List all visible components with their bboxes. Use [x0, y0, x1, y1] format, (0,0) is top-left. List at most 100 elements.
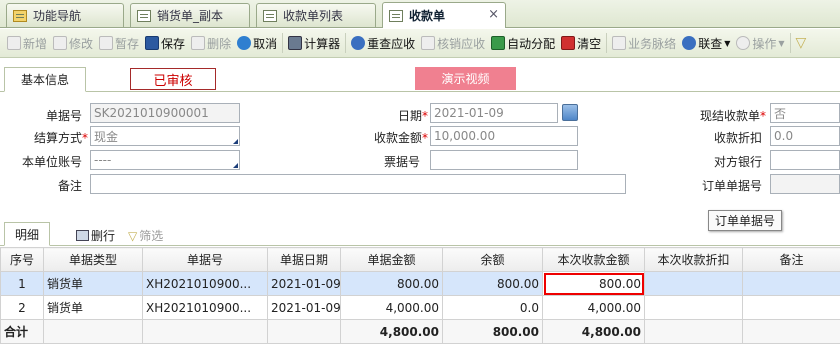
cancel-label: 取消	[253, 36, 278, 51]
row-receive-amount-cell[interactable]: 800.00	[542, 271, 645, 296]
detail-grid: 序号 单据类型 单据号 单据日期 单据金额 余额 本次收款金额 本次收款折扣 备…	[0, 247, 840, 344]
link-query-label: 联查	[698, 36, 723, 51]
column-header[interactable]: 序号	[0, 247, 44, 272]
close-icon[interactable]: ×	[488, 7, 499, 22]
operations-button[interactable]: 操作 ▼	[733, 32, 787, 54]
delete-row-button[interactable]: 删行	[76, 227, 115, 244]
column-header[interactable]: 备注	[742, 247, 840, 272]
column-header[interactable]: 单据类型	[43, 247, 143, 272]
row-remark[interactable]	[742, 295, 840, 320]
row-receive-amount-cell[interactable]: 4,000.00	[542, 295, 645, 320]
row-amount: 800.00	[340, 271, 443, 296]
reselect-receivable-button[interactable]: 重查应收	[348, 32, 418, 54]
settle-select[interactable]: 现金	[90, 126, 240, 146]
tab-function-nav[interactable]: 功能导航	[6, 3, 124, 27]
delete-icon	[191, 36, 206, 50]
delete-row-label: 删行	[91, 229, 116, 243]
row-balance: 0.0	[442, 295, 543, 320]
column-header[interactable]: 本次收款金额	[542, 247, 645, 272]
auto-assign-icon	[491, 36, 506, 50]
tab-receipt[interactable]: 收款单 ×	[382, 2, 506, 28]
settle-label: 结算方式*	[20, 129, 88, 146]
required-mark: *	[760, 109, 766, 123]
auto-assign-button[interactable]: 自动分配	[488, 32, 558, 54]
row-remark[interactable]	[742, 271, 840, 296]
folder-icon	[13, 9, 27, 22]
cash-receipt-field[interactable]: 否	[770, 103, 840, 123]
draft-button[interactable]: 暂存	[96, 32, 142, 54]
filter-button[interactable]: ▽	[793, 32, 810, 54]
tab-detail[interactable]: 明细	[4, 222, 50, 246]
tab-receipt-list[interactable]: 收款单列表	[256, 3, 376, 27]
filter-label: 筛选	[139, 229, 164, 243]
tab-basic-info[interactable]: 基本信息	[4, 67, 86, 92]
total-empty	[142, 319, 268, 344]
calculator-icon	[288, 36, 303, 50]
tab-sales-copy[interactable]: 销货单_副本	[130, 3, 250, 27]
link-search-icon	[682, 36, 697, 50]
document-icon	[263, 9, 277, 22]
filter-icon: ▽	[128, 228, 138, 243]
dropdown-corner-icon	[233, 139, 238, 144]
total-receive-amount: 4,800.00	[542, 319, 645, 344]
verify-label: 核销应收	[437, 36, 486, 51]
total-label: 合计	[0, 319, 44, 344]
row-discount[interactable]	[644, 271, 743, 296]
order-no-label: 订单单据号	[701, 179, 762, 193]
cash-receipt-label: 现结收款单*	[690, 107, 766, 124]
gear-icon	[736, 36, 751, 50]
tab-label: 收款单	[409, 9, 446, 23]
required-mark: *	[82, 131, 88, 145]
auto-assign-label: 自动分配	[507, 36, 556, 51]
new-icon	[7, 36, 21, 50]
row-type: 销货单	[43, 271, 143, 296]
order-no-field[interactable]	[770, 174, 840, 194]
amount-field[interactable]: 10,000.00	[430, 126, 578, 146]
remark-label: 备注	[57, 179, 82, 193]
filter-rows-button[interactable]: ▽ 筛选	[128, 227, 163, 244]
delete-row-icon	[76, 230, 89, 241]
business-flow-button[interactable]: 业务脉络	[609, 32, 679, 54]
new-button[interactable]: 新增	[4, 32, 50, 54]
column-header[interactable]: 单据金额	[340, 247, 443, 272]
doc-no-field[interactable]: SK2021010900001	[90, 103, 240, 123]
ticket-label: 票据号	[383, 155, 420, 169]
cancel-button[interactable]: 取消	[234, 32, 280, 54]
bank-label: 对方银行	[713, 155, 762, 169]
bank-field[interactable]	[770, 150, 840, 170]
save-button[interactable]: 保存	[142, 32, 188, 54]
table-row[interactable]: 2 销货单 XH2021010900... 2021-01-09 4,000.0…	[0, 295, 840, 320]
row-date: 2021-01-09	[267, 295, 341, 320]
toolbar-divider	[282, 33, 284, 53]
column-header[interactable]: 单据号	[142, 247, 268, 272]
link-query-button[interactable]: 联查 ▼	[679, 32, 733, 54]
delete-button[interactable]: 删除	[188, 32, 234, 54]
account-select[interactable]: ----	[90, 150, 240, 170]
account-label: 本单位账号	[21, 155, 82, 169]
tab-label: 功能导航	[33, 9, 82, 23]
ticket-field[interactable]	[430, 150, 578, 170]
clear-icon	[561, 36, 576, 50]
save-label: 保存	[161, 36, 186, 51]
verify-receivable-button[interactable]: 核销应收	[418, 32, 488, 54]
date-field[interactable]: 2021-01-09	[430, 103, 558, 123]
calculator-button[interactable]: 计算器	[285, 32, 343, 54]
column-header[interactable]: 余额	[442, 247, 543, 272]
table-row[interactable]: 1 销货单 XH2021010900... 2021-01-09 800.00 …	[0, 271, 840, 296]
edit-button[interactable]: 修改	[50, 32, 96, 54]
clear-button[interactable]: 清空	[558, 32, 604, 54]
document-icon	[137, 9, 151, 22]
date-label: 日期*	[360, 107, 428, 124]
demo-video-button[interactable]: 演示视频	[415, 67, 516, 90]
save-icon	[145, 36, 160, 50]
column-header[interactable]: 本次收款折扣	[644, 247, 743, 272]
date-label-text: 日期	[397, 109, 422, 123]
toolbar: 新增 修改 暂存 保存 删除 取消 计算器 重查应收 核销应收 自动分配 清空 …	[0, 29, 840, 58]
cash-receipt-label-text: 现结收款单	[699, 109, 760, 123]
row-discount[interactable]	[644, 295, 743, 320]
remark-field[interactable]	[90, 174, 626, 194]
discount-field[interactable]: 0.0	[770, 126, 840, 146]
column-header[interactable]: 单据日期	[267, 247, 341, 272]
verify-icon	[421, 36, 436, 50]
calendar-icon[interactable]	[562, 104, 578, 121]
